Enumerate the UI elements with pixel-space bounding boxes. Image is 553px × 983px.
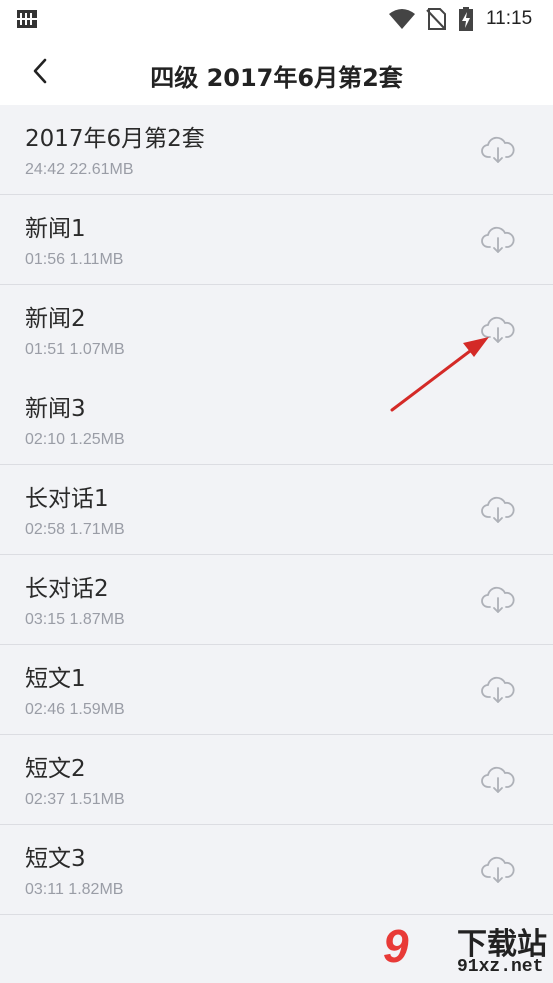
wifi-icon [389, 9, 415, 29]
list-item[interactable]: 新闻1 01:56 1.11MB [0, 195, 553, 285]
list-item[interactable]: 新闻2 01:51 1.07MB [0, 285, 553, 375]
cloud-download-icon[interactable] [481, 676, 515, 704]
cloud-download-icon[interactable] [481, 856, 515, 884]
watermark: 9 下载站 91xz.net [383, 917, 553, 983]
status-time: 11:15 [486, 8, 533, 29]
list-item[interactable]: 短文1 02:46 1.59MB [0, 645, 553, 735]
list-item[interactable]: 长对话2 03:15 1.87MB [0, 555, 553, 645]
cloud-download-icon[interactable] [481, 496, 515, 524]
track-list: 2017年6月第2套 24:42 22.61MB 新闻1 01:56 1.11M… [0, 105, 553, 915]
track-meta: 03:11 1.82MB [25, 881, 124, 898]
notification-grid-icon [17, 10, 37, 28]
cloud-download-icon[interactable] [481, 766, 515, 794]
track-name: 新闻3 [25, 396, 86, 422]
cloud-download-icon[interactable] [481, 136, 515, 164]
track-name: 短文3 [25, 846, 86, 872]
track-meta: 02:37 1.51MB [25, 791, 125, 808]
track-name: 长对话1 [25, 486, 109, 512]
track-meta: 03:15 1.87MB [25, 611, 125, 628]
track-meta: 24:42 22.61MB [25, 161, 134, 178]
track-meta: 02:10 1.25MB [25, 431, 125, 448]
battery-charging-icon [459, 7, 473, 31]
no-sim-icon [426, 8, 446, 30]
track-name: 长对话2 [25, 576, 109, 602]
list-item[interactable]: 2017年6月第2套 24:42 22.61MB [0, 105, 553, 195]
watermark-url: 91xz.net [457, 957, 544, 977]
track-name: 2017年6月第2套 [25, 126, 205, 152]
list-item[interactable]: 长对话1 02:58 1.71MB [0, 465, 553, 555]
list-item[interactable]: 短文2 02:37 1.51MB [0, 735, 553, 825]
cloud-download-icon[interactable] [481, 586, 515, 614]
status-bar: 11:15 [0, 0, 553, 38]
track-name: 新闻1 [25, 216, 86, 242]
list-item[interactable]: 短文3 03:11 1.82MB [0, 825, 553, 915]
track-meta: 01:51 1.07MB [25, 341, 125, 358]
track-name: 短文1 [25, 666, 86, 692]
watermark-logo: 9 [383, 920, 409, 972]
track-meta: 01:56 1.11MB [25, 251, 124, 268]
cloud-download-icon[interactable] [481, 316, 515, 344]
track-meta: 02:58 1.71MB [25, 521, 125, 538]
top-app-bar: 四级 2017年6月第2套 [0, 38, 553, 105]
page-title: 四级 2017年6月第2套 [150, 64, 403, 92]
track-meta: 02:46 1.59MB [25, 701, 125, 718]
cloud-download-icon[interactable] [481, 226, 515, 254]
track-name: 短文2 [25, 756, 86, 782]
track-name: 新闻2 [25, 306, 86, 332]
list-item[interactable]: 新闻3 02:10 1.25MB [0, 375, 553, 465]
